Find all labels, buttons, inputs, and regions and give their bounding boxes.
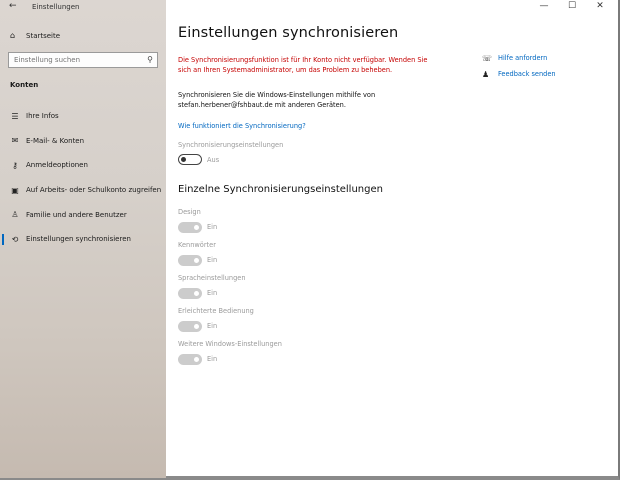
sidebar-item-label: Anmeldeoptionen: [26, 161, 88, 170]
nav-home[interactable]: ⌂ Startseite: [10, 31, 60, 40]
section-header: Konten: [10, 81, 39, 89]
sidebar-item-label: Auf Arbeits- oder Schulkonto zugreifen: [26, 186, 162, 195]
sidebar: ← Einstellungen ⌂ Startseite ⚲ Konten ☰ …: [0, 0, 166, 478]
design-label: Design: [178, 208, 201, 216]
sidebar-item-anmeldeoptionen[interactable]: ⚷ Anmeldeoptionen: [0, 153, 166, 178]
page-title: Einstellungen synchronisieren: [178, 25, 399, 41]
accessibility-label: Erleichterte Bedienung: [178, 307, 254, 315]
accessibility-state: Ein: [207, 322, 218, 330]
other-windows-state: Ein: [207, 355, 218, 363]
sync-settings-label: Synchronisierungseinstellungen: [178, 141, 284, 149]
sidebar-item-label: Familie und andere Benutzer: [26, 210, 127, 219]
how-sync-works-link[interactable]: Wie funktioniert die Synchronisierung?: [178, 122, 306, 130]
add-person-icon: ♙: [11, 210, 19, 220]
sidebar-item-familie[interactable]: ♙ Familie und andere Benutzer: [0, 202, 166, 227]
passwords-label: Kennwörter: [178, 241, 216, 249]
search-box[interactable]: ⚲: [8, 52, 158, 68]
nav-home-label: Startseite: [26, 31, 61, 40]
passwords-state: Ein: [207, 256, 218, 264]
sidebar-item-sync[interactable]: ⟲ Einstellungen synchronisieren: [0, 227, 166, 252]
search-icon[interactable]: ⚲: [147, 55, 153, 64]
design-toggle[interactable]: [178, 222, 202, 233]
send-feedback-label: Feedback senden: [498, 70, 556, 78]
nav-list: ☰ Ihre Infos ✉ E-Mail- & Konten ⚷ Anmeld…: [0, 104, 166, 252]
app-title: Einstellungen: [32, 3, 80, 11]
mail-icon: ✉: [11, 136, 19, 146]
error-message: Die Synchronisierungsfunktion ist für Ih…: [178, 56, 428, 74]
passwords-toggle[interactable]: [178, 255, 202, 266]
individual-settings-title: Einzelne Synchronisierungseinstellungen: [178, 184, 383, 195]
get-help-link[interactable]: ☏ Hilfe anfordern: [482, 50, 556, 66]
help-chat-icon: ☏: [482, 53, 493, 63]
language-label: Spracheinstellungen: [178, 274, 246, 282]
toggle-knob: [194, 357, 199, 362]
other-windows-label: Weitere Windows-Einstellungen: [178, 340, 282, 348]
sync-description: Synchronisieren Sie die Windows-Einstell…: [178, 91, 376, 109]
sidebar-item-email-konten[interactable]: ✉ E-Mail- & Konten: [0, 129, 166, 154]
sidebar-item-ihre-infos[interactable]: ☰ Ihre Infos: [0, 104, 166, 129]
design-state: Ein: [207, 223, 218, 231]
toggle-knob: [194, 225, 199, 230]
accessibility-toggle[interactable]: [178, 321, 202, 332]
main-content: — ☐ ✕ Einstellungen synchronisieren Die …: [166, 0, 620, 478]
toggle-knob: [194, 291, 199, 296]
back-arrow-icon[interactable]: ←: [9, 1, 17, 11]
sidebar-item-label: E-Mail- & Konten: [26, 136, 85, 145]
minimize-icon[interactable]: —: [530, 1, 558, 11]
send-feedback-link[interactable]: ♟ Feedback senden: [482, 66, 556, 82]
sync-icon: ⟲: [11, 234, 19, 244]
window-controls: — ☐ ✕: [530, 1, 614, 11]
home-icon: ⌂: [10, 31, 16, 40]
search-input[interactable]: [14, 56, 139, 64]
settings-window: ← Einstellungen ⌂ Startseite ⚲ Konten ☰ …: [0, 0, 620, 480]
person-card-icon: ☰: [11, 111, 19, 121]
key-icon: ⚷: [12, 160, 18, 170]
help-links: ☏ Hilfe anfordern ♟ Feedback senden: [482, 50, 556, 82]
language-toggle[interactable]: [178, 288, 202, 299]
sidebar-item-label: Einstellungen synchronisieren: [26, 235, 131, 244]
sidebar-item-label: Ihre Infos: [26, 112, 59, 121]
toggle-knob: [194, 258, 199, 263]
briefcase-icon: ▣: [11, 185, 19, 195]
feedback-icon: ♟: [482, 69, 490, 79]
close-icon[interactable]: ✕: [586, 1, 614, 11]
sync-settings-toggle[interactable]: [178, 154, 202, 165]
get-help-label: Hilfe anfordern: [498, 54, 548, 62]
other-windows-toggle[interactable]: [178, 354, 202, 365]
sidebar-item-arbeitskonto[interactable]: ▣ Auf Arbeits- oder Schulkonto zugreifen: [0, 178, 166, 203]
sync-settings-state: Aus: [207, 156, 220, 164]
maximize-icon[interactable]: ☐: [558, 1, 586, 11]
toggle-knob: [181, 156, 186, 162]
toggle-knob: [194, 324, 199, 329]
language-state: Ein: [207, 289, 218, 297]
